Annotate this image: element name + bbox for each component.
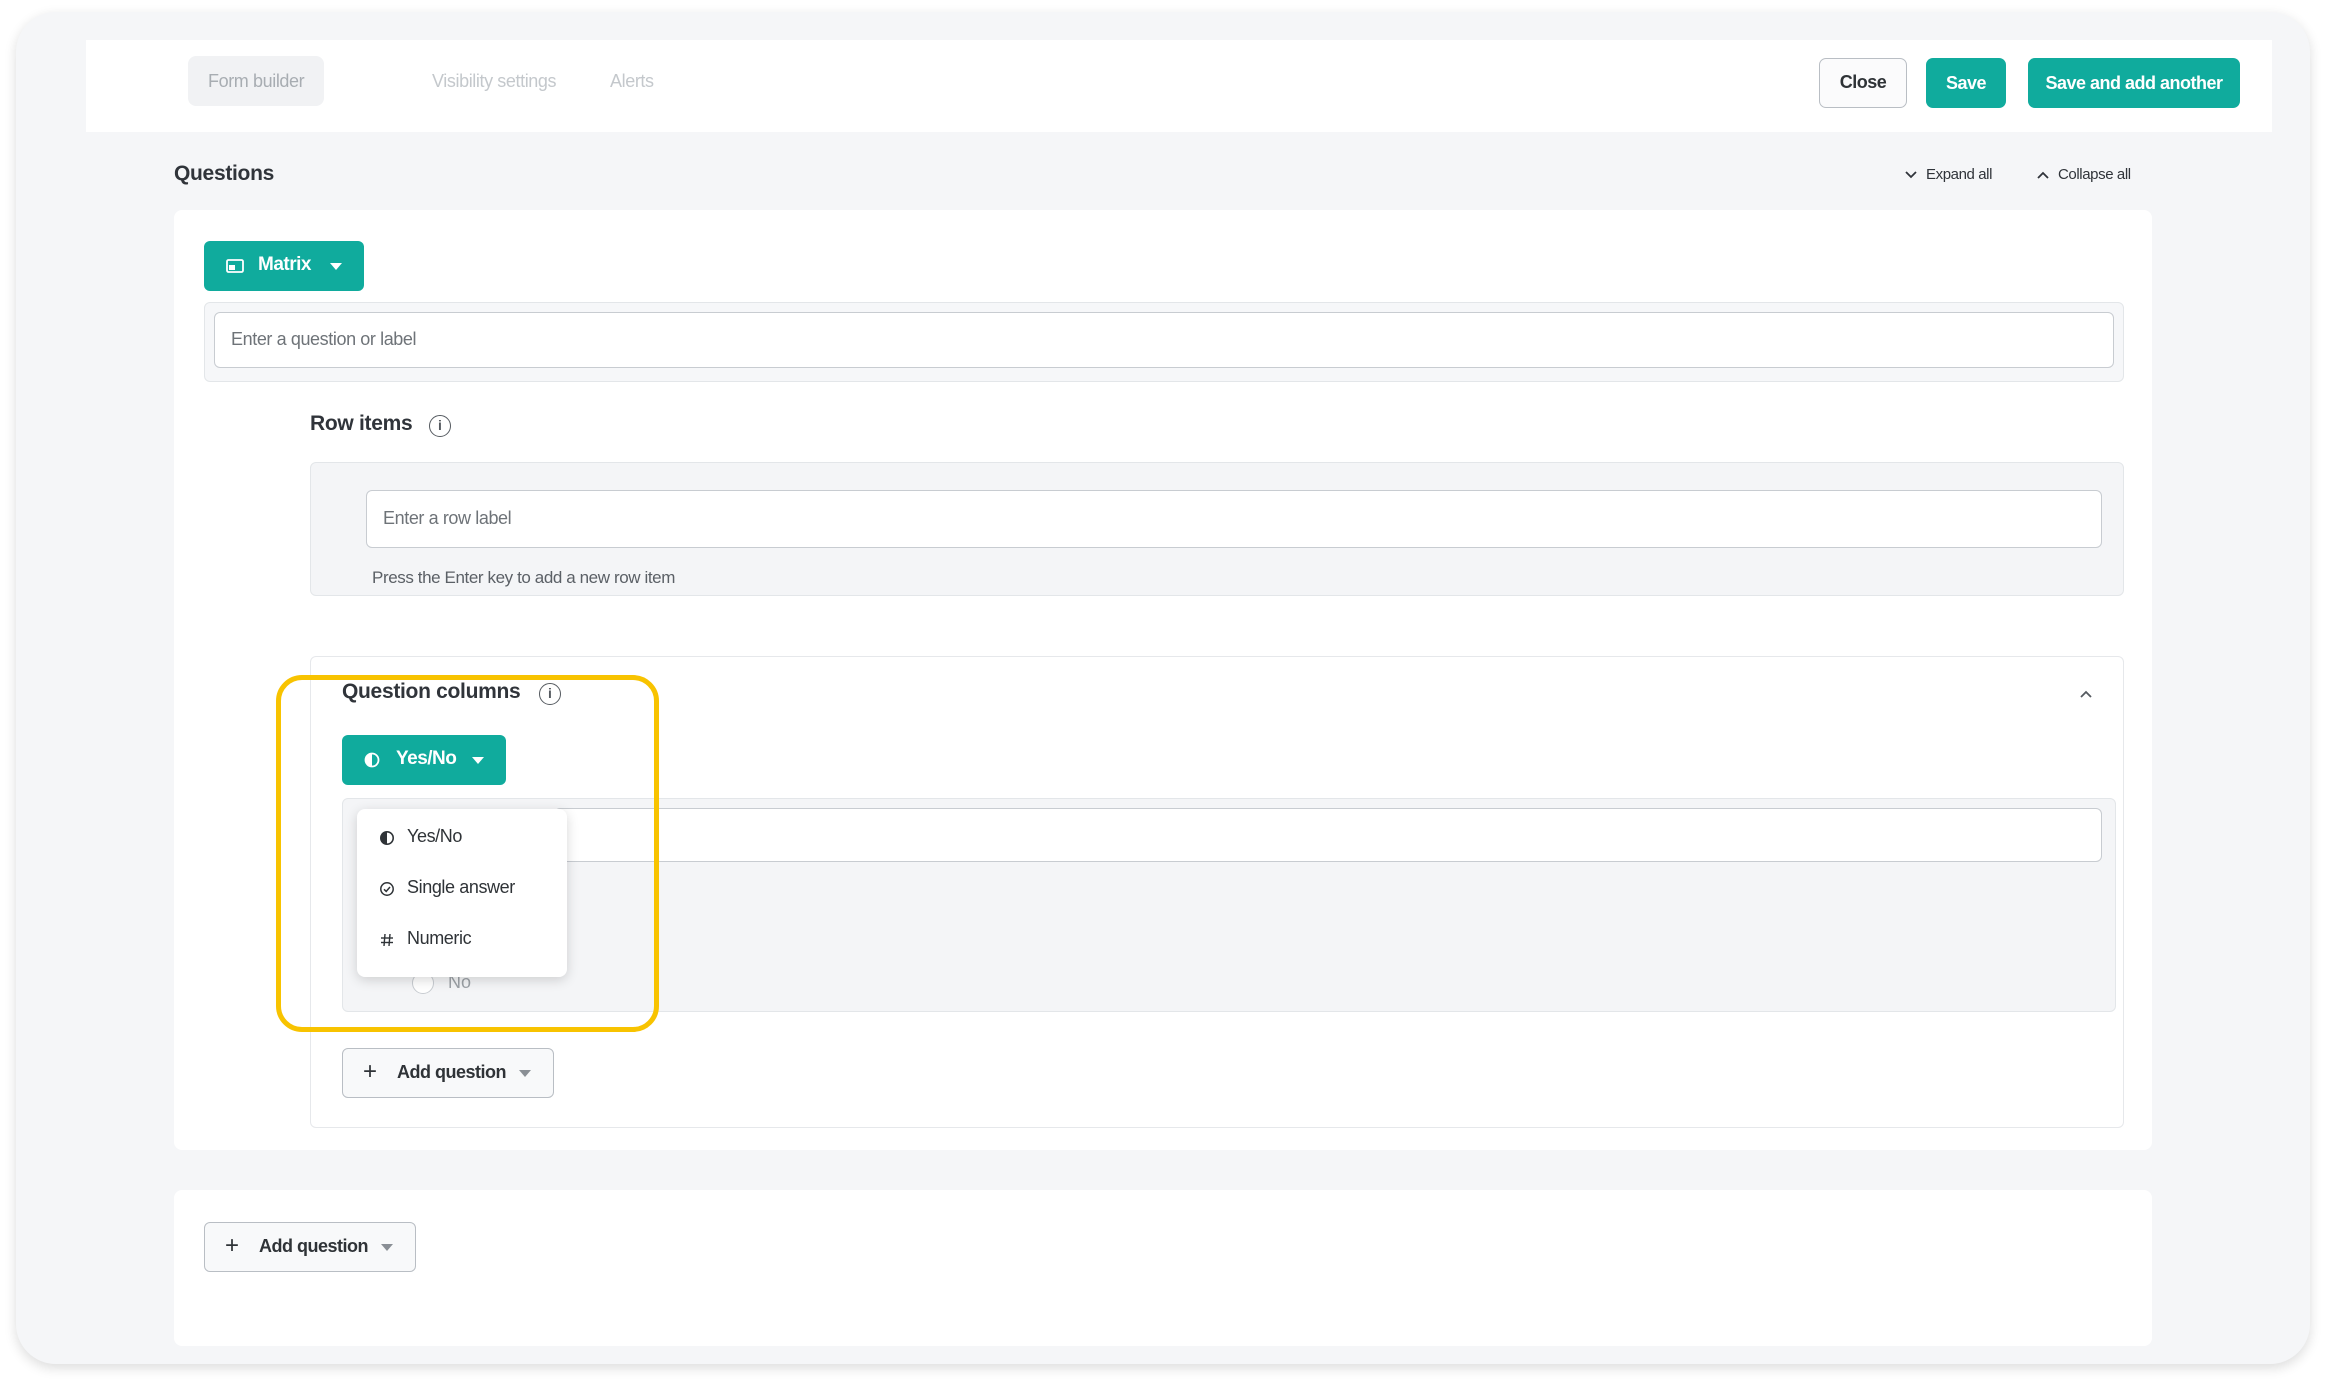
plus-icon: + (363, 1058, 377, 1085)
row-items-hint: Press the Enter key to add a new row ite… (372, 568, 675, 587)
question-type-dropdown[interactable]: Matrix (204, 241, 364, 291)
column-question-input[interactable]: l (554, 808, 2102, 862)
collapse-all-link[interactable]: Collapse all (2036, 164, 2156, 188)
row-items-info-icon[interactable]: i (429, 415, 451, 437)
questions-title: Questions (174, 162, 274, 185)
question-input[interactable]: Enter a question or label (214, 312, 2114, 368)
caret-down-icon (330, 263, 342, 270)
add-question-label: Add question (259, 1236, 369, 1256)
add-column-question-button[interactable]: + Add question (342, 1048, 554, 1098)
chevron-down-icon (1905, 171, 1917, 179)
collapse-section-chevron-icon[interactable] (2078, 688, 2094, 700)
question-type-label: Matrix (258, 254, 311, 275)
expand-all-label: Expand all (1926, 166, 1993, 183)
tab-alerts[interactable]: Alerts (590, 56, 674, 106)
add-question-button[interactable]: + Add question (204, 1222, 416, 1272)
caret-down-icon (381, 1244, 393, 1251)
footer-card (174, 1190, 2152, 1346)
top-bar: Form builder Visibility settings Alerts … (86, 40, 2272, 132)
row-items-title: Row items (310, 412, 413, 435)
close-button[interactable]: Close (1819, 58, 1907, 108)
save-button[interactable]: Save (1926, 58, 2006, 108)
chevron-up-icon (2037, 171, 2049, 179)
tab-form-builder[interactable]: Form builder (188, 56, 325, 106)
tab-visibility-settings[interactable]: Visibility settings (412, 56, 576, 106)
save-and-add-another-button[interactable]: Save and add another (2028, 58, 2240, 108)
matrix-icon (226, 259, 244, 273)
app-window: Form builder Visibility settings Alerts … (16, 12, 2310, 1364)
row-label-input[interactable]: Enter a row label (366, 490, 2102, 548)
add-column-question-label: Add question (397, 1062, 507, 1082)
collapse-all-label: Collapse all (2058, 166, 2131, 183)
caret-down-icon (519, 1070, 531, 1077)
expand-all-link[interactable]: Expand all (1904, 164, 2014, 188)
highlight-annotation (276, 675, 659, 1032)
plus-icon: + (225, 1232, 239, 1259)
